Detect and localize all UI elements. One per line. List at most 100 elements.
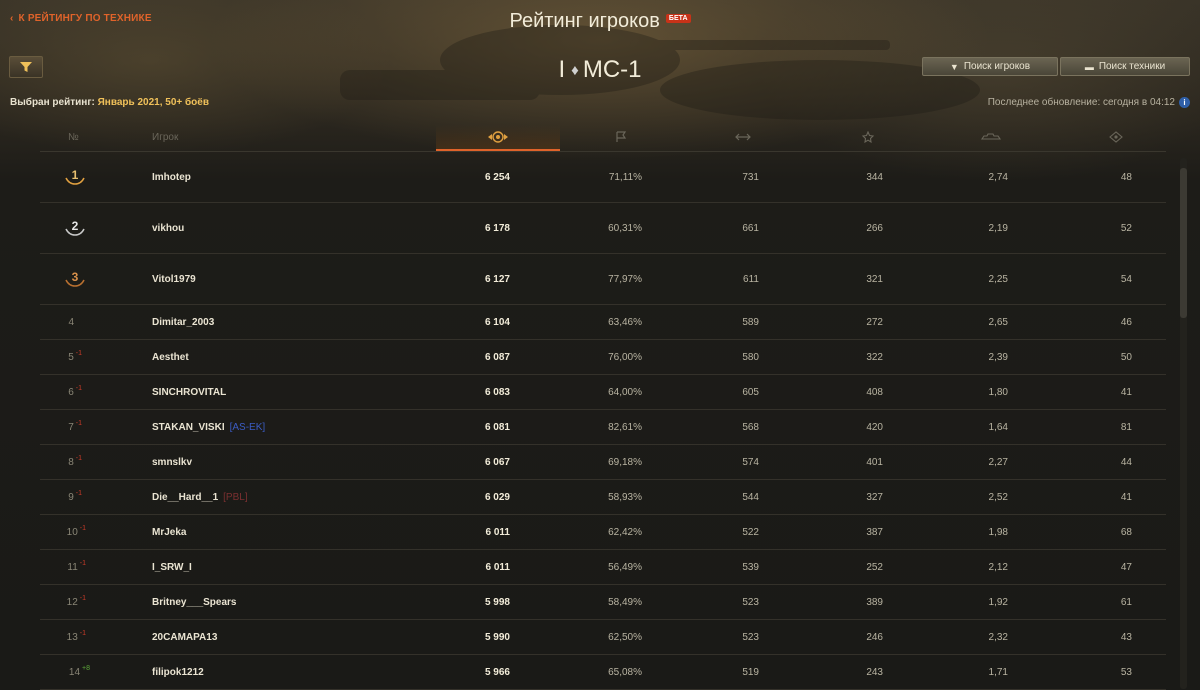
rank-change: -1 [79, 524, 86, 532]
clan-tag[interactable]: [AS-EK] [230, 422, 266, 433]
flag-icon [616, 131, 627, 143]
rank-number: 8 [68, 456, 74, 468]
spotted-value: 48 [1120, 171, 1132, 183]
selected-rating: Выбран рейтинг: Январь 2021, 50+ боёв [10, 97, 209, 108]
player-name[interactable]: Imhotep [152, 152, 452, 202]
player-name[interactable]: I_SRW_I [152, 550, 452, 584]
kills-value: 1,64 [988, 421, 1008, 433]
win-rate-value: 71,11% [608, 171, 642, 183]
rating-value: 6 011 [485, 561, 510, 573]
rating-value: 6 127 [484, 273, 510, 285]
table-row[interactable]: 6 -1 SINCHROVITAL 6 083 64,00% 605 408 1,… [40, 375, 1166, 410]
table-row[interactable]: 1 Imhotep 6 254 71,11% 731 344 2,74 48 [40, 152, 1166, 203]
column-spotted[interactable] [1108, 125, 1132, 151]
rank-number: 10 [66, 526, 78, 538]
column-rating-sorted[interactable] [436, 125, 560, 151]
rank-change: +8 [82, 664, 90, 672]
rank-change: -1 [79, 594, 86, 602]
column-kills[interactable] [980, 125, 1008, 151]
player-name[interactable]: smnslkv [152, 445, 452, 479]
player-name[interactable]: 20CAMAPA13 [152, 620, 452, 654]
search-players-label: Поиск игроков [963, 61, 1031, 72]
rating-value: 6 083 [484, 386, 510, 398]
rank-change: -1 [75, 454, 82, 462]
table-row[interactable]: 13 -1 20CAMAPA13 5 990 62,50% 523 246 2,3… [40, 620, 1166, 655]
table-row[interactable]: 7 -1 STAKAN_VISKI [AS-EK] 6 081 82,61% 568… [40, 410, 1166, 445]
rating-period-dropdown[interactable]: Январь 2021, 50+ боёв [98, 97, 209, 108]
win-rate-value: 62,50% [608, 631, 642, 643]
rank-change: -1 [75, 489, 82, 497]
search-vehicles-button[interactable]: ▬ Поиск техники [1060, 57, 1190, 76]
experience-icon [861, 130, 875, 144]
column-experience[interactable] [860, 125, 884, 151]
rank-number: 9 [68, 491, 74, 503]
table-row[interactable]: 9 -1 Die__Hard__1 [PBL] 6 029 58,93% 544 3… [40, 480, 1166, 515]
experience-value: 327 [866, 491, 883, 503]
player-name[interactable]: Die__Hard__1 [152, 492, 218, 503]
rank-cell: 13 -1 [40, 620, 86, 654]
player-name[interactable]: vikhou [152, 203, 452, 253]
player-name[interactable]: SINCHROVITAL [152, 375, 452, 409]
table-row[interactable]: 2 vikhou 6 178 60,31% 661 266 2,19 52 [40, 203, 1166, 254]
table-scrollbar[interactable] [1180, 158, 1187, 689]
table-row[interactable]: 4 Dimitar_2003 6 104 63,46% 589 272 2,65… [40, 305, 1166, 340]
table-row[interactable]: 11 -1 I_SRW_I 6 011 56,49% 539 252 2,12 4… [40, 550, 1166, 585]
table-row[interactable]: 5 -1 Aesthet 6 087 76,00% 580 322 2,39 50 [40, 340, 1166, 375]
rating-value: 6 087 [484, 351, 510, 363]
rating-value: 6 029 [484, 491, 510, 503]
kills-value: 1,98 [988, 526, 1008, 538]
player-name[interactable]: Dimitar_2003 [152, 305, 452, 339]
kills-value: 2,25 [988, 273, 1008, 285]
player-name[interactable]: Britney___Spears [152, 585, 452, 619]
rating-value: 5 990 [484, 631, 510, 643]
rating-value: 6 067 [484, 456, 510, 468]
damage-value: 661 [742, 222, 759, 234]
win-rate-value: 58,49% [608, 596, 642, 608]
player-name[interactable]: Vitol1979 [152, 254, 452, 304]
rank-cell: 8 -1 [40, 445, 82, 479]
player-name[interactable]: MrJeka [152, 515, 452, 549]
rating-value: 6 254 [484, 171, 510, 183]
damage-value: 611 [743, 273, 759, 285]
column-rank[interactable]: № [68, 125, 79, 151]
table-row[interactable]: 10 -1 MrJeka 6 011 62,42% 522 387 1,98 68 [40, 515, 1166, 550]
table-row[interactable]: 8 -1 smnslkv 6 067 69,18% 574 401 2,27 44 [40, 445, 1166, 480]
rank-cell: 10 -1 [40, 515, 86, 549]
column-player[interactable]: Игрок [152, 125, 178, 151]
win-rate-value: 63,46% [608, 316, 642, 328]
rank-number: 12 [66, 596, 78, 608]
kills-value: 2,19 [988, 222, 1008, 234]
rank-cell: 12 -1 [40, 585, 86, 619]
rank-number: 7 [68, 421, 74, 433]
table-row[interactable]: 12 -1 Britney___Spears 5 998 58,49% 523 3… [40, 585, 1166, 620]
kills-value: 2,65 [988, 316, 1008, 328]
rank-cell: 7 -1 [40, 410, 82, 444]
table-row[interactable]: 14 +8 filipok1212 5 966 65,08% 519 243 1,… [40, 655, 1166, 690]
leaderboard-table: 1 Imhotep 6 254 71,11% 731 344 2,74 48 2… [40, 152, 1166, 690]
clan-tag[interactable]: [PBL] [223, 492, 247, 503]
spotted-value: 43 [1120, 631, 1132, 643]
rank-number: 13 [66, 631, 78, 643]
rank-cell: 4 [40, 305, 76, 339]
spotted-value: 41 [1120, 386, 1132, 398]
info-icon[interactable]: i [1179, 97, 1190, 108]
rank-3-medal-icon: 3 [65, 270, 85, 287]
table-row[interactable]: 3 Vitol1979 6 127 77,97% 611 321 2,25 54 [40, 254, 1166, 305]
player-name[interactable]: Aesthet [152, 340, 452, 374]
rank-cell: 9 -1 [40, 480, 82, 514]
column-damage[interactable] [735, 125, 759, 151]
rank-cell: 14 +8 [40, 655, 90, 689]
player-name-cell: Die__Hard__1 [PBL] [152, 480, 452, 514]
experience-value: 243 [866, 666, 883, 678]
rank-number: 5 [68, 351, 74, 363]
search-players-button[interactable]: ▼ Поиск игроков [922, 57, 1058, 76]
rating-value: 5 998 [484, 596, 510, 608]
spotted-value: 61 [1120, 596, 1132, 608]
player-name[interactable]: STAKAN_VISKI [152, 422, 225, 433]
spotted-value: 81 [1120, 421, 1132, 433]
player-name[interactable]: filipok1212 [152, 655, 452, 689]
scrollbar-thumb[interactable] [1180, 168, 1187, 318]
damage-value: 574 [742, 456, 759, 468]
experience-value: 266 [866, 222, 883, 234]
column-win-rate[interactable] [615, 125, 635, 151]
